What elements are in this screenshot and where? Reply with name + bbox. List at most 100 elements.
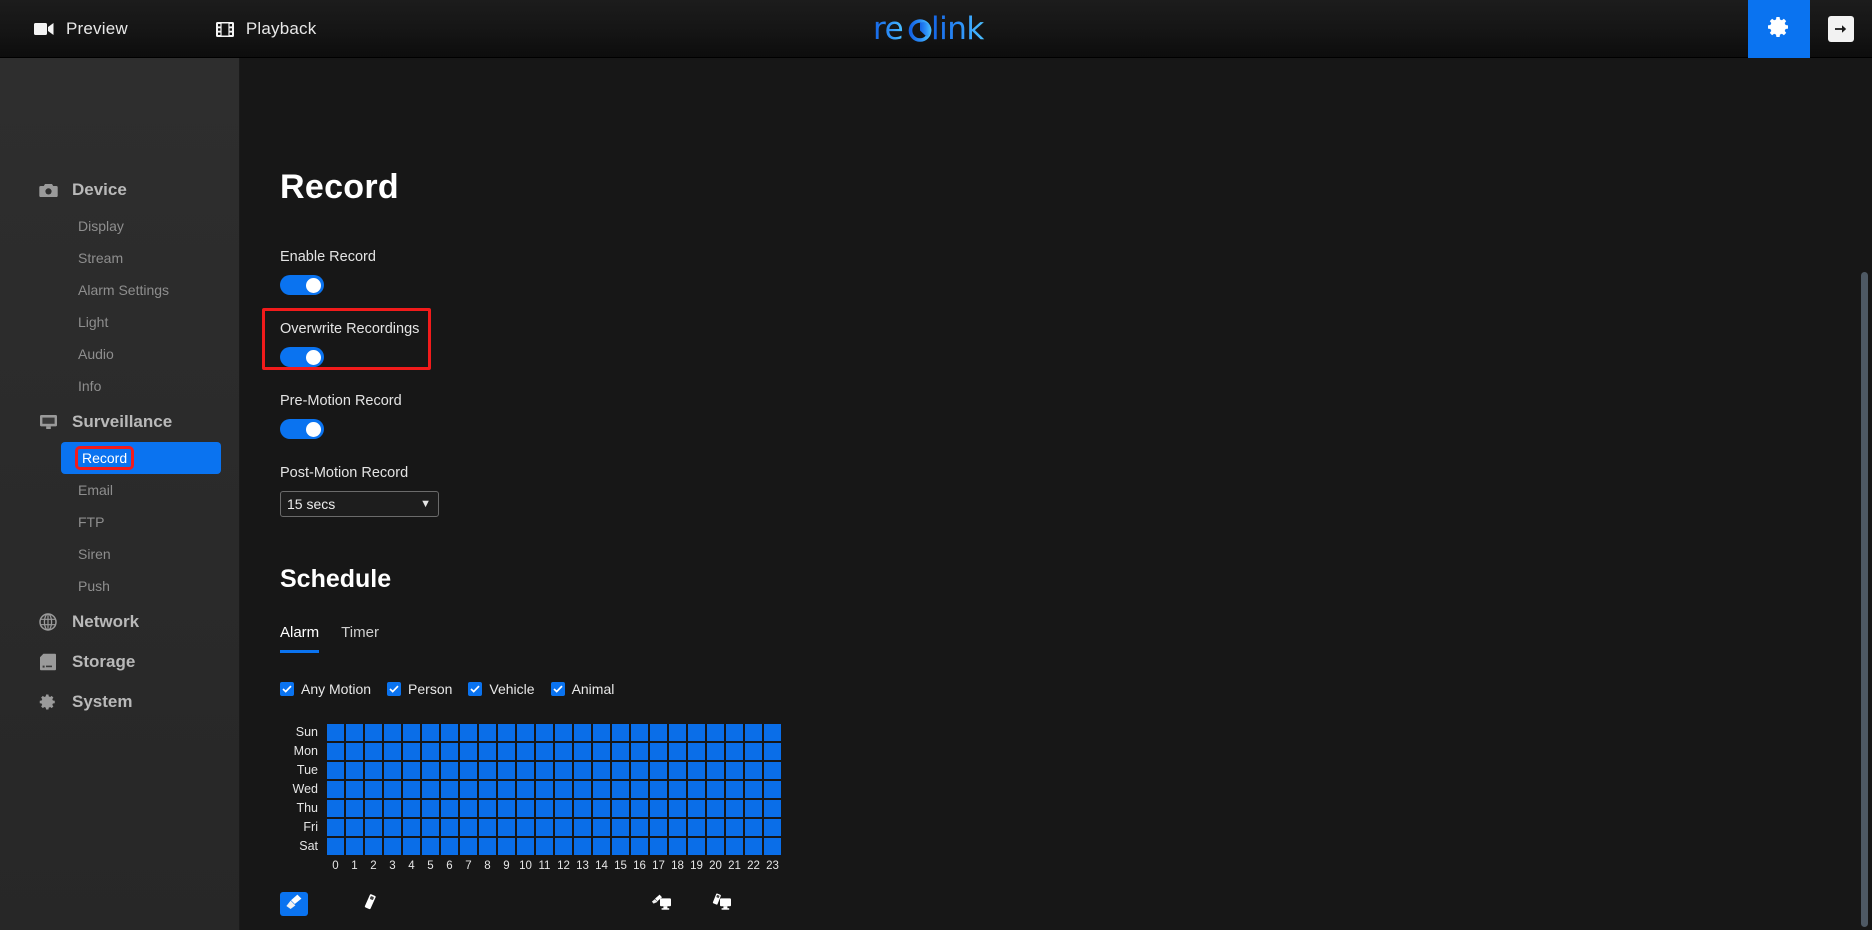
schedule-cell[interactable] bbox=[345, 837, 364, 856]
schedule-cell[interactable] bbox=[345, 780, 364, 799]
schedule-cell[interactable] bbox=[649, 799, 668, 818]
schedule-cell[interactable] bbox=[592, 818, 611, 837]
schedule-cell[interactable] bbox=[573, 761, 592, 780]
schedule-cell[interactable] bbox=[516, 780, 535, 799]
schedule-cell[interactable] bbox=[668, 837, 687, 856]
schedule-cell[interactable] bbox=[611, 818, 630, 837]
schedule-cell[interactable] bbox=[535, 780, 554, 799]
schedule-cell[interactable] bbox=[744, 723, 763, 742]
schedule-cell[interactable] bbox=[649, 818, 668, 837]
schedule-cell[interactable] bbox=[649, 723, 668, 742]
schedule-cell[interactable] bbox=[649, 742, 668, 761]
schedule-cell[interactable] bbox=[592, 780, 611, 799]
tab-alarm[interactable]: Alarm bbox=[280, 624, 319, 653]
schedule-cell[interactable] bbox=[706, 818, 725, 837]
schedule-cell[interactable] bbox=[402, 799, 421, 818]
schedule-cell[interactable] bbox=[402, 742, 421, 761]
overwrite-recordings-toggle[interactable] bbox=[280, 347, 324, 367]
schedule-cell[interactable] bbox=[364, 742, 383, 761]
schedule-cell[interactable] bbox=[725, 761, 744, 780]
schedule-cell[interactable] bbox=[516, 818, 535, 837]
schedule-cell[interactable] bbox=[611, 742, 630, 761]
schedule-cell[interactable] bbox=[554, 780, 573, 799]
schedule-cell[interactable] bbox=[383, 742, 402, 761]
schedule-cell[interactable] bbox=[516, 723, 535, 742]
schedule-cell[interactable] bbox=[668, 742, 687, 761]
schedule-cell[interactable] bbox=[383, 818, 402, 837]
schedule-cell[interactable] bbox=[459, 780, 478, 799]
schedule-cell[interactable] bbox=[592, 761, 611, 780]
schedule-cell[interactable] bbox=[725, 723, 744, 742]
schedule-cell[interactable] bbox=[763, 780, 782, 799]
schedule-cell[interactable] bbox=[516, 837, 535, 856]
schedule-cell[interactable] bbox=[687, 799, 706, 818]
sidebar-group-device[interactable]: Device bbox=[0, 170, 239, 210]
sidebar-item-ftp[interactable]: FTP bbox=[0, 506, 239, 538]
schedule-cell[interactable] bbox=[516, 742, 535, 761]
schedule-cell[interactable] bbox=[364, 818, 383, 837]
checkbox-animal[interactable]: Animal bbox=[551, 681, 615, 697]
schedule-cell[interactable] bbox=[478, 799, 497, 818]
schedule-cell[interactable] bbox=[706, 799, 725, 818]
schedule-cell[interactable] bbox=[421, 780, 440, 799]
post-motion-record-select[interactable]: 15 secs30 secs1 min2 mins5 mins10 mins bbox=[280, 491, 439, 517]
schedule-cell[interactable] bbox=[592, 799, 611, 818]
schedule-cell[interactable] bbox=[326, 761, 345, 780]
schedule-cell[interactable] bbox=[383, 723, 402, 742]
schedule-cell[interactable] bbox=[535, 742, 554, 761]
schedule-cell[interactable] bbox=[345, 723, 364, 742]
sidebar-item-stream[interactable]: Stream bbox=[0, 242, 239, 274]
schedule-cell[interactable] bbox=[535, 837, 554, 856]
schedule-cell[interactable] bbox=[440, 761, 459, 780]
schedule-cell[interactable] bbox=[497, 799, 516, 818]
vertical-scrollbar[interactable] bbox=[1861, 272, 1868, 927]
schedule-cell[interactable] bbox=[630, 780, 649, 799]
schedule-cell[interactable] bbox=[763, 761, 782, 780]
schedule-cell[interactable] bbox=[345, 742, 364, 761]
schedule-cell[interactable] bbox=[516, 761, 535, 780]
checkbox-vehicle[interactable]: Vehicle bbox=[468, 681, 534, 697]
schedule-cell[interactable] bbox=[459, 799, 478, 818]
schedule-cell[interactable] bbox=[630, 723, 649, 742]
schedule-cell[interactable] bbox=[326, 742, 345, 761]
sidebar-item-push[interactable]: Push bbox=[0, 570, 239, 602]
schedule-cell[interactable] bbox=[706, 780, 725, 799]
sidebar-group-storage[interactable]: Storage bbox=[0, 642, 239, 682]
sidebar-group-surveillance[interactable]: Surveillance bbox=[0, 402, 239, 442]
schedule-cell[interactable] bbox=[383, 761, 402, 780]
schedule-cell[interactable] bbox=[497, 818, 516, 837]
schedule-cell[interactable] bbox=[573, 742, 592, 761]
schedule-cell[interactable] bbox=[611, 761, 630, 780]
sidebar-item-audio[interactable]: Audio bbox=[0, 338, 239, 370]
schedule-cell[interactable] bbox=[326, 799, 345, 818]
schedule-cell[interactable] bbox=[744, 837, 763, 856]
schedule-cell[interactable] bbox=[478, 780, 497, 799]
schedule-cell[interactable] bbox=[364, 723, 383, 742]
schedule-cell[interactable] bbox=[611, 723, 630, 742]
schedule-cell[interactable] bbox=[345, 761, 364, 780]
schedule-cell[interactable] bbox=[497, 780, 516, 799]
schedule-cell[interactable] bbox=[459, 818, 478, 837]
schedule-cell[interactable] bbox=[611, 837, 630, 856]
sidebar-item-display[interactable]: Display bbox=[0, 210, 239, 242]
schedule-cell[interactable] bbox=[687, 742, 706, 761]
schedule-cell[interactable] bbox=[345, 818, 364, 837]
checkbox-person[interactable]: Person bbox=[387, 681, 452, 697]
sidebar-group-system[interactable]: System bbox=[0, 682, 239, 722]
clear-all-tool[interactable] bbox=[708, 892, 736, 916]
schedule-cell[interactable] bbox=[763, 799, 782, 818]
schedule-cell[interactable] bbox=[725, 818, 744, 837]
tab-timer[interactable]: Timer bbox=[341, 624, 379, 653]
schedule-cell[interactable] bbox=[763, 837, 782, 856]
schedule-cell[interactable] bbox=[554, 723, 573, 742]
schedule-cell[interactable] bbox=[402, 818, 421, 837]
nav-tab-playback[interactable]: Playback bbox=[194, 0, 339, 58]
schedule-cell[interactable] bbox=[630, 818, 649, 837]
schedule-cell[interactable] bbox=[763, 818, 782, 837]
schedule-cell[interactable] bbox=[573, 818, 592, 837]
schedule-cell[interactable] bbox=[478, 742, 497, 761]
schedule-cell[interactable] bbox=[535, 799, 554, 818]
schedule-cell[interactable] bbox=[497, 742, 516, 761]
brush-tool[interactable] bbox=[280, 892, 308, 916]
schedule-cell[interactable] bbox=[592, 742, 611, 761]
